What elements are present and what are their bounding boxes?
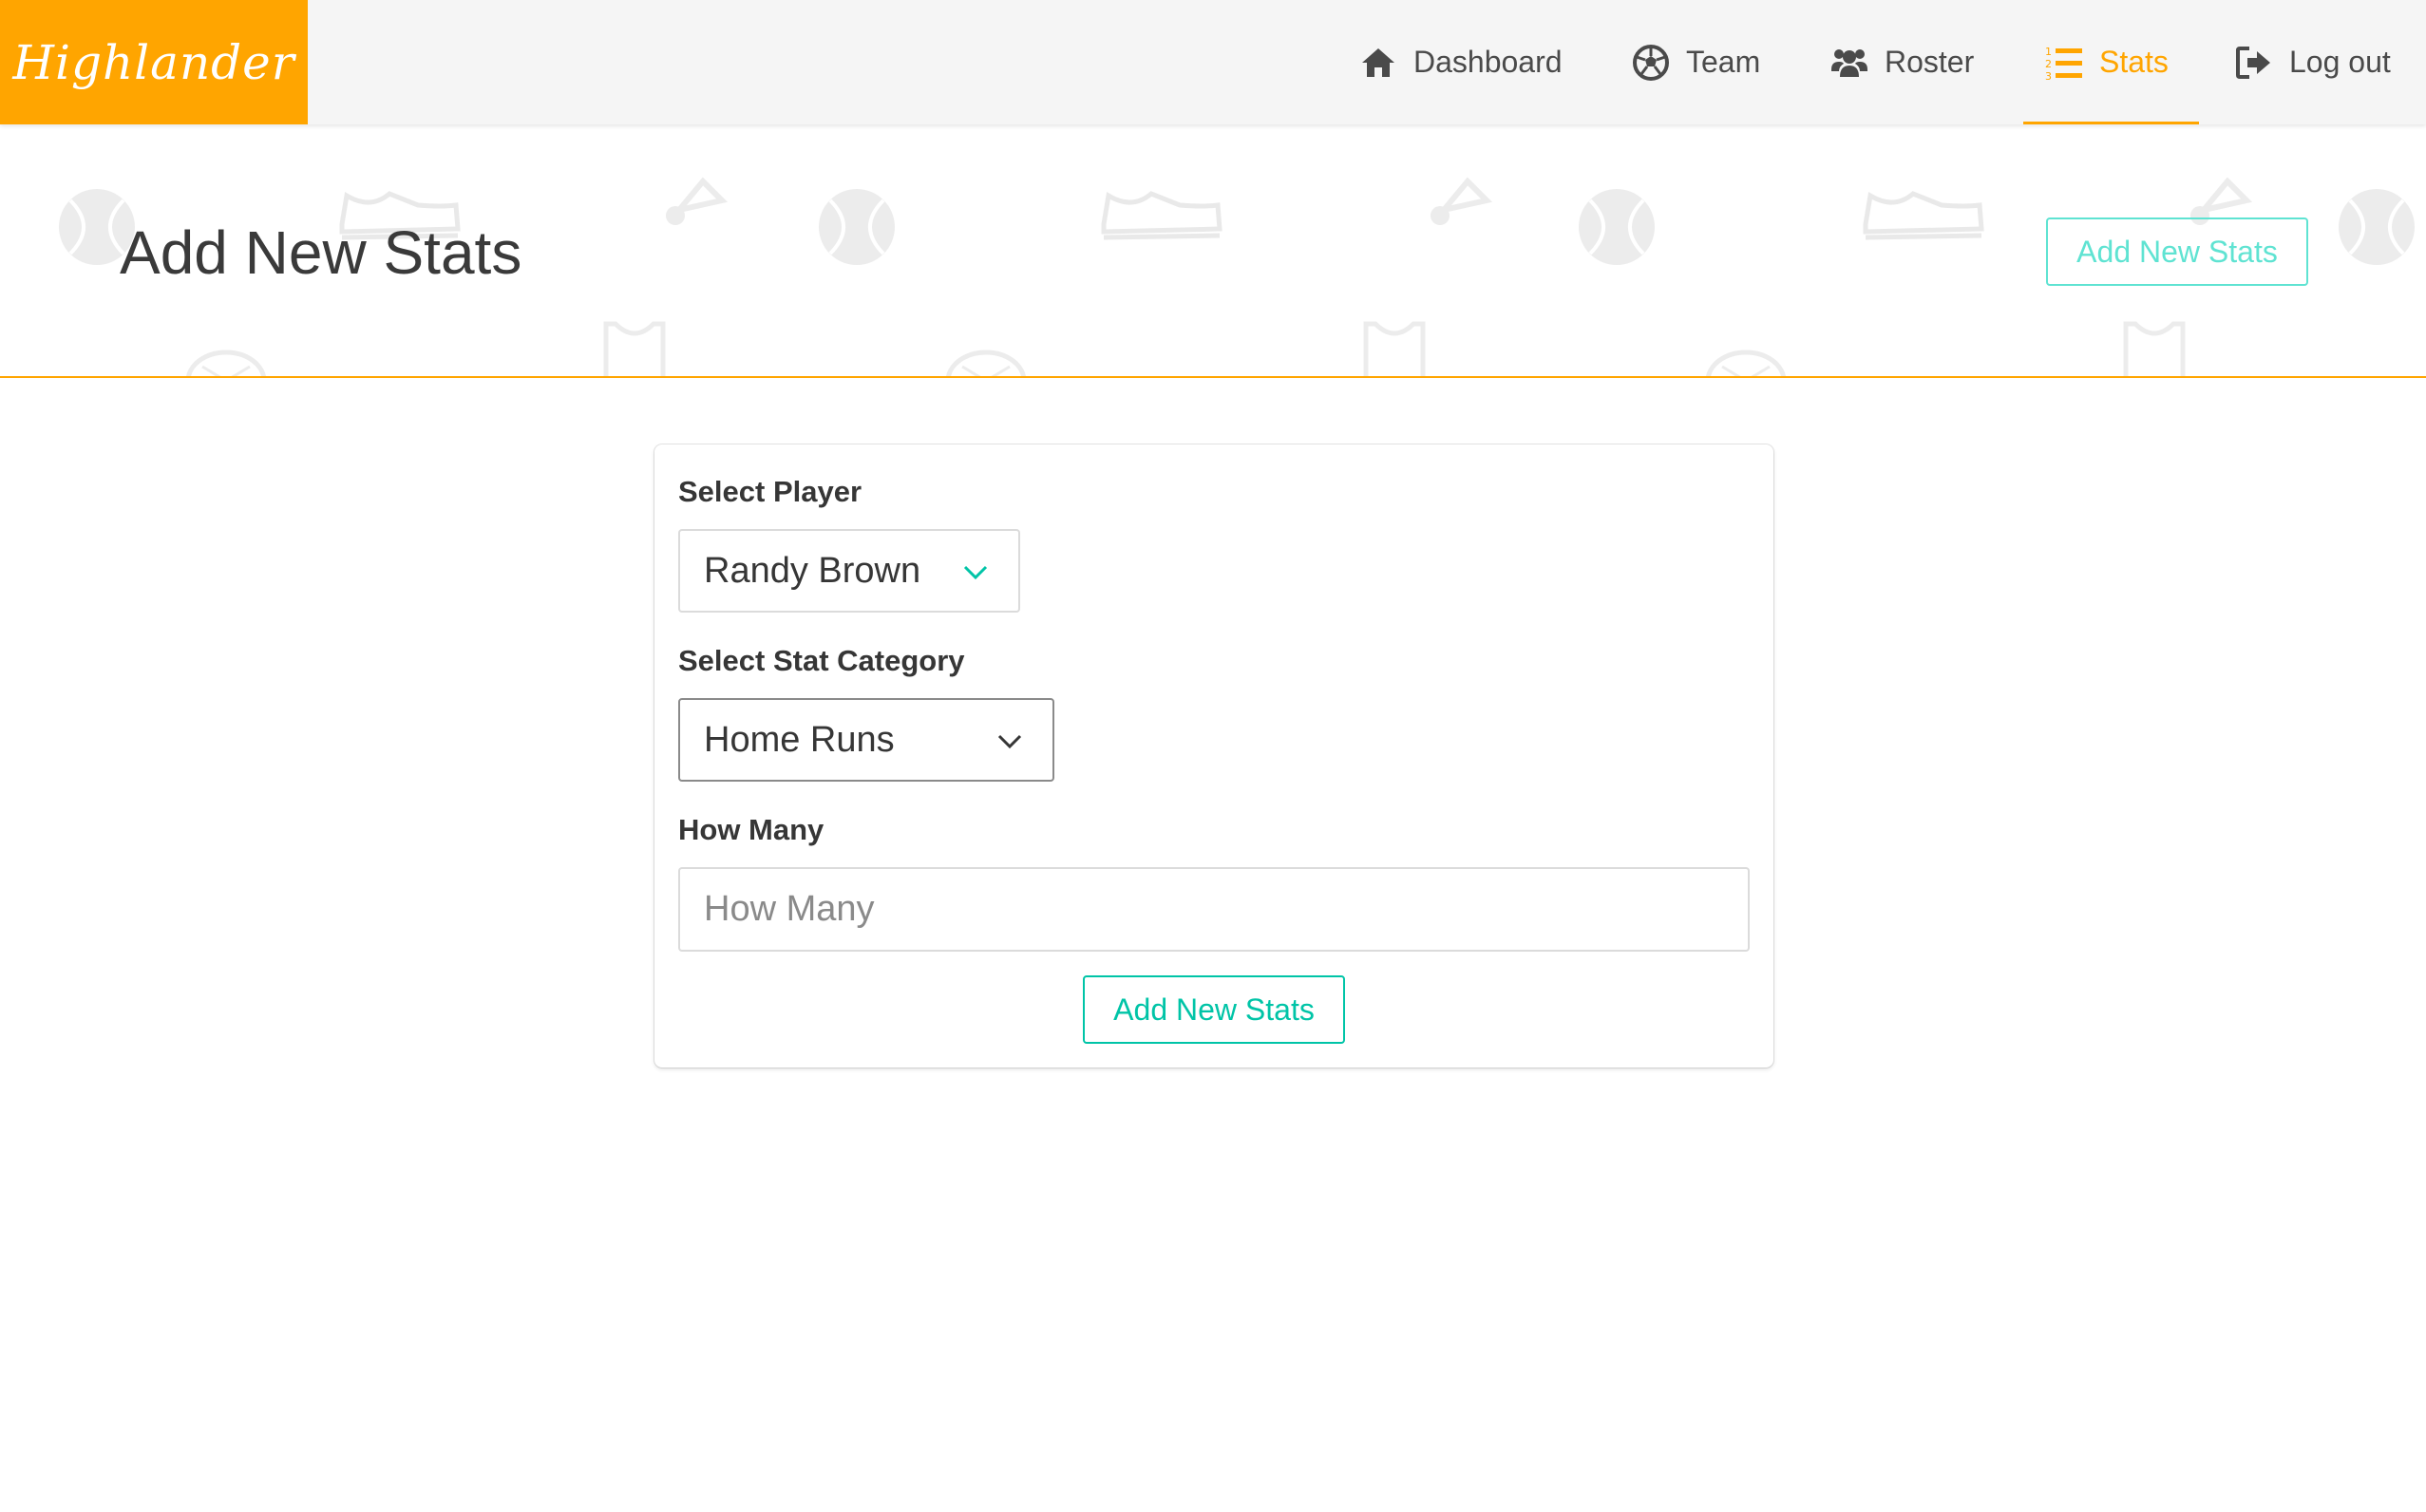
users-icon	[1829, 43, 1869, 83]
player-select[interactable]: Randy Brown	[678, 529, 1020, 613]
nav-item-label: Team	[1686, 45, 1761, 79]
nav-item-dashboard[interactable]: Dashboard	[1358, 0, 1563, 124]
chevron-down-icon	[995, 727, 1024, 755]
add-new-stats-header-button[interactable]: Add New Stats	[2046, 217, 2308, 286]
how-many-label: How Many	[678, 813, 824, 846]
nav-item-label: Dashboard	[1413, 45, 1563, 79]
page-title: Add New Stats	[120, 218, 522, 287]
brand-logo[interactable]: Highlander	[0, 0, 308, 124]
stat-category-select[interactable]: Home Runs	[678, 698, 1054, 782]
add-stats-form-card: Select Player Randy Brown Select Stat Ca…	[654, 444, 1773, 1068]
sign-out-icon	[2234, 43, 2274, 83]
add-new-stats-submit-button[interactable]: Add New Stats	[1083, 975, 1345, 1044]
home-icon	[1358, 43, 1398, 83]
nav-item-logout[interactable]: Log out	[2234, 0, 2391, 124]
numbered-list-icon: 1 2 3	[2044, 43, 2084, 83]
nav-item-roster[interactable]: Roster	[1829, 0, 1974, 124]
svg-text:1: 1	[2045, 46, 2052, 58]
chevron-down-icon	[961, 558, 990, 586]
nav-item-stats[interactable]: 1 2 3 Stats	[2023, 0, 2199, 124]
page-header: Add New Stats Add New Stats	[0, 124, 2426, 378]
top-navbar: Highlander Dashboard Team Roster 1 2 3 S…	[0, 0, 2426, 124]
select-player-label: Select Player	[678, 475, 862, 508]
stat-category-select-value: Home Runs	[704, 719, 895, 760]
svg-text:3: 3	[2045, 70, 2052, 83]
nav-item-team[interactable]: Team	[1631, 0, 1760, 124]
nav-item-label: Roster	[1885, 45, 1975, 79]
how-many-input[interactable]	[678, 867, 1750, 952]
select-stat-category-label: Select Stat Category	[678, 644, 965, 677]
brand-name: Highlander	[12, 34, 295, 90]
nav-item-label: Log out	[2289, 45, 2391, 79]
svg-text:2: 2	[2045, 58, 2052, 70]
player-select-value: Randy Brown	[704, 550, 921, 591]
soccer-ball-icon	[1631, 43, 1671, 83]
nav-item-label: Stats	[2099, 45, 2169, 79]
